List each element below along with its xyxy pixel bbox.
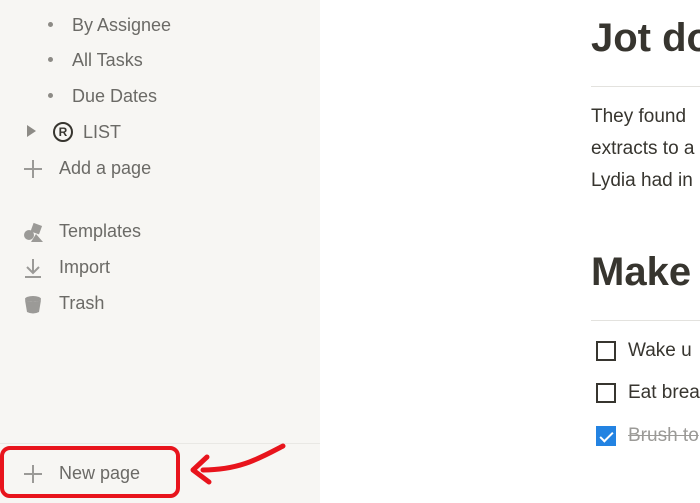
plus-icon bbox=[24, 160, 42, 178]
sidebar-item-list[interactable]: R LIST bbox=[0, 116, 320, 148]
sidebar-item-templates[interactable]: Templates bbox=[0, 215, 320, 247]
registered-icon: R bbox=[53, 122, 73, 142]
add-page-label: Add a page bbox=[59, 157, 152, 178]
sidebar-item-label: Due Dates bbox=[72, 85, 158, 106]
checkbox[interactable] bbox=[596, 341, 616, 361]
sidebar-item-by-assignee[interactable]: By Assignee bbox=[0, 9, 320, 41]
sidebar-item-import[interactable]: Import bbox=[0, 251, 320, 283]
templates-icon bbox=[24, 222, 43, 242]
heading-1: Jot do bbox=[591, 16, 700, 60]
todo-item: Eat brea bbox=[596, 381, 700, 405]
divider bbox=[591, 320, 700, 321]
sidebar-item-label: All Tasks bbox=[72, 49, 143, 70]
annotation-arrow-icon bbox=[190, 443, 286, 485]
sidebar-item-label: Trash bbox=[59, 292, 105, 313]
page-content: Jot do They found extracts to a Lydia ha… bbox=[320, 0, 700, 503]
divider bbox=[591, 86, 700, 87]
sidebar-item-label: Import bbox=[59, 256, 111, 277]
heading-2: Make bbox=[591, 250, 692, 294]
import-icon bbox=[25, 259, 41, 278]
todo-text[interactable]: Eat brea bbox=[628, 382, 700, 404]
todo-item: Brush to bbox=[596, 424, 699, 448]
trash-icon bbox=[25, 296, 41, 314]
bullet-icon bbox=[48, 57, 53, 62]
sidebar-item-all-tasks[interactable]: All Tasks bbox=[0, 44, 320, 76]
todo-text[interactable]: Wake u bbox=[628, 340, 692, 362]
checkbox[interactable] bbox=[596, 383, 616, 403]
sidebar: By Assignee All Tasks Due Dates R LIST A… bbox=[0, 0, 320, 503]
paragraph-line: Lydia had in bbox=[591, 170, 693, 191]
sidebar-item-label: By Assignee bbox=[72, 14, 172, 35]
sidebar-item-label: Templates bbox=[59, 220, 142, 241]
expand-toggle-icon[interactable] bbox=[27, 125, 36, 137]
todo-item: Wake u bbox=[596, 339, 692, 363]
paragraph-line: They found bbox=[591, 106, 687, 127]
bullet-icon bbox=[48, 22, 53, 27]
sidebar-item-trash[interactable]: Trash bbox=[0, 287, 320, 319]
sidebar-item-due-dates[interactable]: Due Dates bbox=[0, 80, 320, 112]
sidebar-item-label: LIST bbox=[83, 121, 122, 142]
paragraph-line: extracts to a bbox=[591, 138, 695, 159]
todo-text[interactable]: Brush to bbox=[628, 425, 699, 447]
highlight-box bbox=[0, 446, 180, 498]
add-page-button[interactable]: Add a page bbox=[0, 152, 320, 184]
checkbox-checked[interactable] bbox=[596, 426, 616, 446]
bullet-icon bbox=[48, 93, 53, 98]
